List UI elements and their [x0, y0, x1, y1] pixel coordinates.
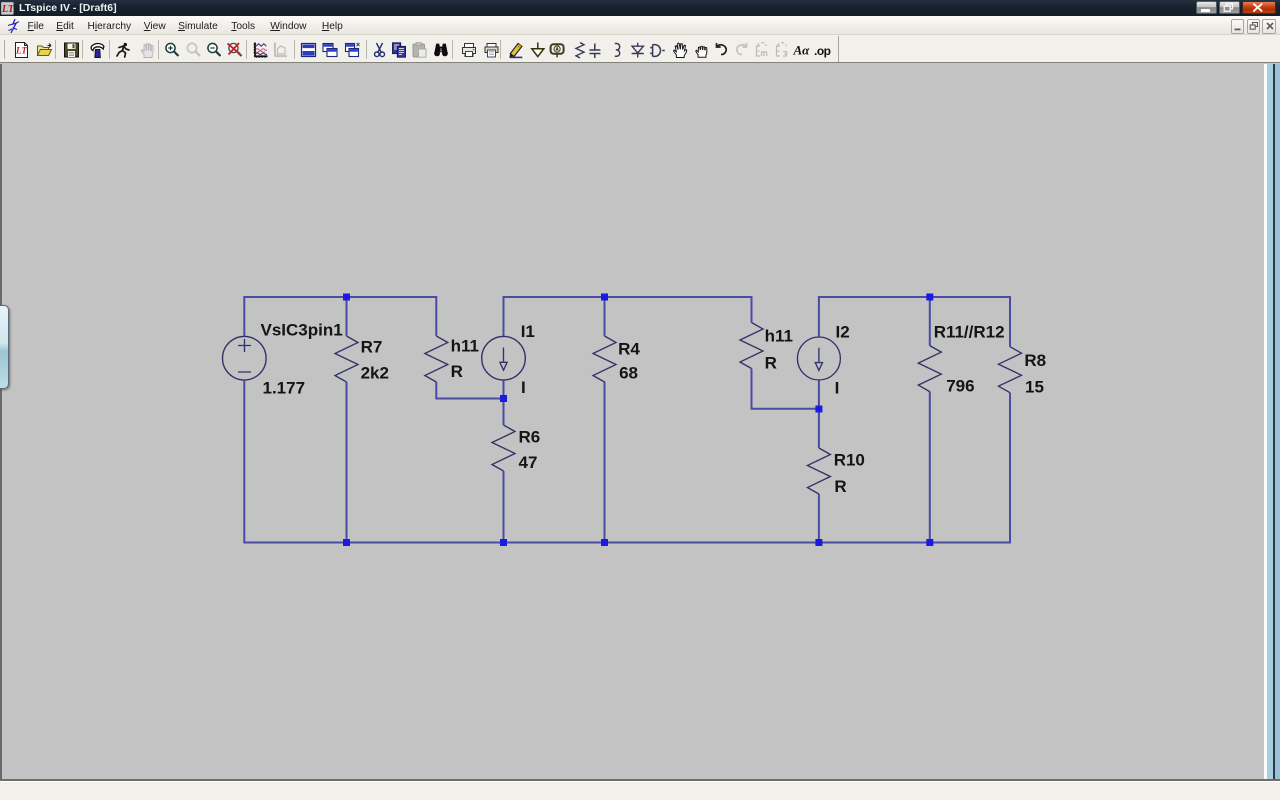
svg-text:68: 68	[619, 364, 638, 383]
svg-text:VsIC3pin1: VsIC3pin1	[261, 321, 343, 340]
svg-text:R7: R7	[361, 338, 383, 357]
svg-text:I: I	[521, 378, 526, 397]
svg-text:796: 796	[946, 377, 974, 396]
svg-text:R10: R10	[834, 451, 865, 470]
svg-text:2k2: 2k2	[361, 364, 389, 383]
svg-text:15: 15	[1025, 378, 1044, 397]
svg-text:R4: R4	[618, 340, 640, 359]
svg-text:1.177: 1.177	[263, 379, 306, 398]
svg-text:LT: LT	[1, 4, 14, 15]
svg-text:h11: h11	[451, 336, 479, 355]
svg-text:LT: LT	[15, 46, 27, 56]
svg-text:R6: R6	[519, 428, 541, 447]
svg-text:R: R	[834, 477, 846, 496]
svg-text:R8: R8	[1024, 351, 1046, 370]
svg-text:h11: h11	[765, 326, 793, 345]
svg-text:I: I	[835, 379, 840, 398]
svg-text:R: R	[765, 353, 777, 372]
svg-text:.op: .op	[814, 44, 831, 58]
svg-text:47: 47	[519, 453, 538, 472]
svg-text:I1: I1	[521, 322, 535, 341]
svg-text:Aα: Aα	[793, 43, 811, 58]
svg-text:I2: I2	[836, 323, 850, 342]
svg-text:R: R	[451, 362, 463, 381]
svg-text:R11//R12: R11//R12	[934, 322, 1005, 341]
